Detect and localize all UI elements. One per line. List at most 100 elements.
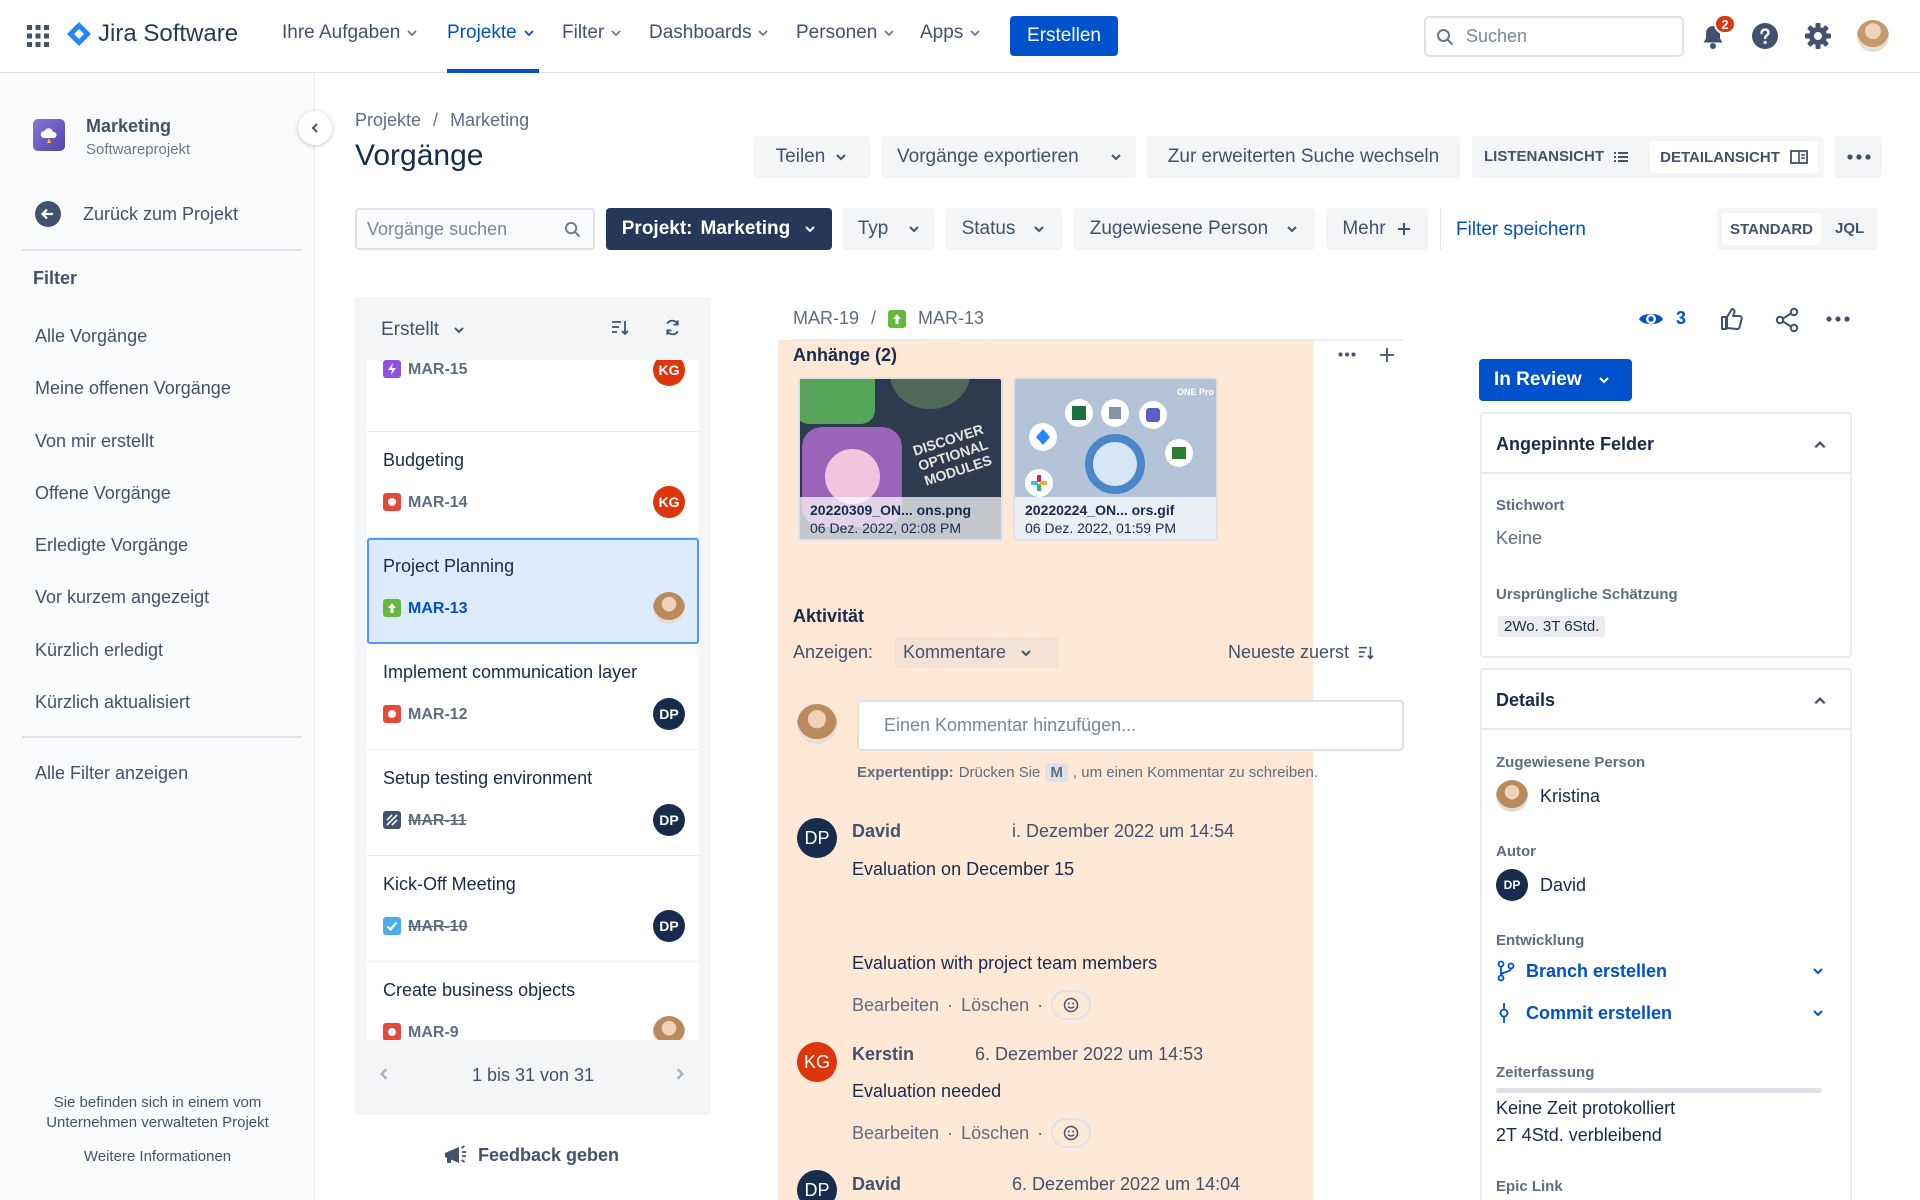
- separator-dot: ·: [947, 994, 954, 1015]
- feedback-button[interactable]: Feedback geben: [442, 1144, 619, 1166]
- nav-filters[interactable]: Filter: [562, 22, 622, 44]
- time-remaining[interactable]: 2T 4Std. verbleibend: [1496, 1125, 1662, 1146]
- issue-card[interactable]: MAR-15 KG: [367, 360, 699, 432]
- edit-comment-button[interactable]: Bearbeiten: [852, 995, 939, 1016]
- jql-mode-button[interactable]: JQL: [1835, 220, 1864, 237]
- more-filters-button[interactable]: Mehr: [1326, 208, 1428, 250]
- attachment-thumbnail[interactable]: DISCOVER OPTIONAL MODULES 20220309_ON...…: [798, 377, 1003, 541]
- issue-key-link[interactable]: MAR-13: [918, 308, 984, 329]
- comment-author-avatar: KG: [797, 1042, 837, 1082]
- activity-order-button[interactable]: Neueste zuerst: [1228, 642, 1375, 663]
- sort-dropdown[interactable]: Erstellt: [381, 319, 465, 341]
- issue-breadcrumb: MAR-19 / MAR-13: [793, 308, 984, 329]
- help-button[interactable]: [1751, 22, 1779, 50]
- settings-button[interactable]: [1804, 22, 1832, 50]
- issue-search-input[interactable]: Vorgänge suchen: [355, 208, 595, 250]
- filter-done-issues[interactable]: Erledigte Vorgänge: [35, 535, 188, 556]
- status-filter-button[interactable]: Status: [945, 208, 1062, 250]
- status-transition-button[interactable]: In Review: [1479, 359, 1632, 401]
- create-branch-link[interactable]: Branch erstellen: [1496, 960, 1836, 982]
- collapse-sidebar-button[interactable]: [298, 111, 332, 145]
- jira-logo[interactable]: Jira Software: [66, 20, 238, 48]
- issue-card-selected[interactable]: Project Planning MAR-13: [367, 538, 699, 644]
- share-button[interactable]: Teilen: [753, 136, 870, 178]
- standard-mode-button[interactable]: STANDARD: [1722, 213, 1821, 245]
- advanced-search-button[interactable]: Zur erweiterten Suche wechseln: [1147, 136, 1460, 178]
- nav-your-work[interactable]: Ihre Aufgaben: [282, 22, 418, 44]
- assignee-name: Kristina: [1540, 785, 1601, 806]
- time-logged[interactable]: Keine Zeit protokolliert: [1496, 1098, 1675, 1119]
- author-field[interactable]: DP David: [1496, 869, 1586, 901]
- attachment-thumbnail[interactable]: ONE Pro 20220224_ON... ors.gif 06 Dez. 2…: [1013, 377, 1218, 541]
- details-header[interactable]: Details: [1482, 670, 1850, 730]
- detail-view-button[interactable]: DETAILANSICHT: [1650, 141, 1818, 173]
- pinned-fields-header[interactable]: Angepinnte Felder: [1482, 414, 1850, 474]
- global-search-input[interactable]: Suchen: [1424, 16, 1684, 57]
- app-switcher-icon[interactable]: [27, 25, 49, 47]
- issue-card[interactable]: Budgeting MAR-14 KG: [367, 432, 699, 538]
- view-all-filters-link[interactable]: Alle Filter anzeigen: [35, 763, 188, 784]
- issue-card[interactable]: Kick-Off Meeting MAR-10 DP: [367, 856, 699, 962]
- create-commit-link[interactable]: Commit erstellen: [1496, 1002, 1836, 1024]
- nav-people[interactable]: Personen: [796, 22, 895, 44]
- search-placeholder: Suchen: [1466, 26, 1528, 46]
- attachments-more-button[interactable]: [1338, 352, 1356, 357]
- type-filter-button[interactable]: Typ: [843, 208, 935, 250]
- comment-input[interactable]: Einen Kommentar hinzufügen...: [857, 700, 1404, 751]
- issue-card[interactable]: Create business objects MAR-9: [367, 962, 699, 1040]
- chevron-down-icon: [611, 30, 621, 37]
- issue-card[interactable]: Implement communication layer MAR-12 DP: [367, 644, 699, 750]
- assignee-field[interactable]: Kristina: [1496, 780, 1600, 812]
- save-filter-link[interactable]: Filter speichern: [1456, 219, 1586, 241]
- assignee-filter-label: Zugewiesene Person: [1089, 218, 1269, 239]
- watchers-button[interactable]: 3: [1638, 308, 1686, 329]
- edit-comment-button[interactable]: Bearbeiten: [852, 1123, 939, 1144]
- back-to-project-link[interactable]: Zurück zum Projekt: [35, 201, 238, 227]
- more-actions-button[interactable]: [1835, 136, 1882, 178]
- breadcrumb-marketing[interactable]: Marketing: [450, 110, 529, 131]
- issue-cards-scroll[interactable]: MAR-15 KG Budgeting MAR-14 KG Project Pl…: [355, 360, 711, 1040]
- activity-type-dropdown[interactable]: Kommentare: [895, 637, 1059, 668]
- chevron-down-icon: [1598, 377, 1609, 384]
- sort-order-button[interactable]: [610, 319, 630, 337]
- nav-apps[interactable]: Apps: [920, 22, 981, 44]
- add-attachment-button[interactable]: [1379, 347, 1395, 363]
- notifications-button[interactable]: 2: [1700, 14, 1736, 51]
- delete-comment-button[interactable]: Löschen: [961, 1123, 1029, 1144]
- assignee-filter-button[interactable]: Zugewiesene Person: [1073, 208, 1315, 250]
- thumb-app-icon: [1025, 469, 1053, 497]
- estimate-value[interactable]: 2Wo. 3T 6Std.: [1498, 616, 1606, 637]
- share-issue-button[interactable]: [1774, 307, 1800, 333]
- add-reaction-button[interactable]: [1051, 990, 1092, 1020]
- next-page-button[interactable]: [673, 1067, 687, 1081]
- nav-projects[interactable]: Projekte: [447, 22, 535, 44]
- chevron-down-icon: [1287, 226, 1297, 233]
- delete-comment-button[interactable]: Löschen: [961, 995, 1029, 1016]
- vote-button[interactable]: [1718, 306, 1744, 332]
- nav-dashboards[interactable]: Dashboards: [649, 22, 769, 44]
- filter-updated-recently[interactable]: Kürzlich aktualisiert: [35, 692, 190, 713]
- more-info-link[interactable]: Weitere Informationen: [20, 1148, 295, 1165]
- filter-viewed-recently[interactable]: Vor kurzem angezeigt: [35, 587, 209, 608]
- refresh-button[interactable]: [663, 318, 682, 337]
- breadcrumb-projects[interactable]: Projekte: [355, 110, 421, 131]
- tip-key: M: [1045, 763, 1068, 782]
- project-filter-button[interactable]: Projekt: Marketing: [606, 208, 832, 250]
- filter-reported-by-me[interactable]: Von mir erstellt: [35, 431, 154, 452]
- user-avatar[interactable]: [1857, 20, 1889, 52]
- filter-resolved-recently[interactable]: Kürzlich erledigt: [35, 640, 163, 661]
- export-button[interactable]: Vorgänge exportieren: [881, 136, 1136, 178]
- keyword-value[interactable]: Keine: [1496, 528, 1542, 549]
- filter-my-open-issues[interactable]: Meine offenen Vorgänge: [35, 378, 231, 399]
- list-view-button[interactable]: LISTENANSICHT: [1484, 148, 1628, 165]
- filter-all-issues[interactable]: Alle Vorgänge: [35, 326, 147, 347]
- issue-actions-button[interactable]: [1826, 316, 1850, 322]
- detail-view-icon: [1789, 150, 1808, 164]
- story-icon: [383, 599, 401, 617]
- parent-issue-link[interactable]: MAR-19: [793, 308, 859, 329]
- add-reaction-button[interactable]: [1051, 1118, 1092, 1148]
- filter-open-issues[interactable]: Offene Vorgänge: [35, 483, 171, 504]
- chevron-down-icon: [909, 226, 920, 233]
- create-button[interactable]: Erstellen: [1010, 16, 1118, 56]
- issue-card[interactable]: Setup testing environment MAR-11 DP: [367, 750, 699, 856]
